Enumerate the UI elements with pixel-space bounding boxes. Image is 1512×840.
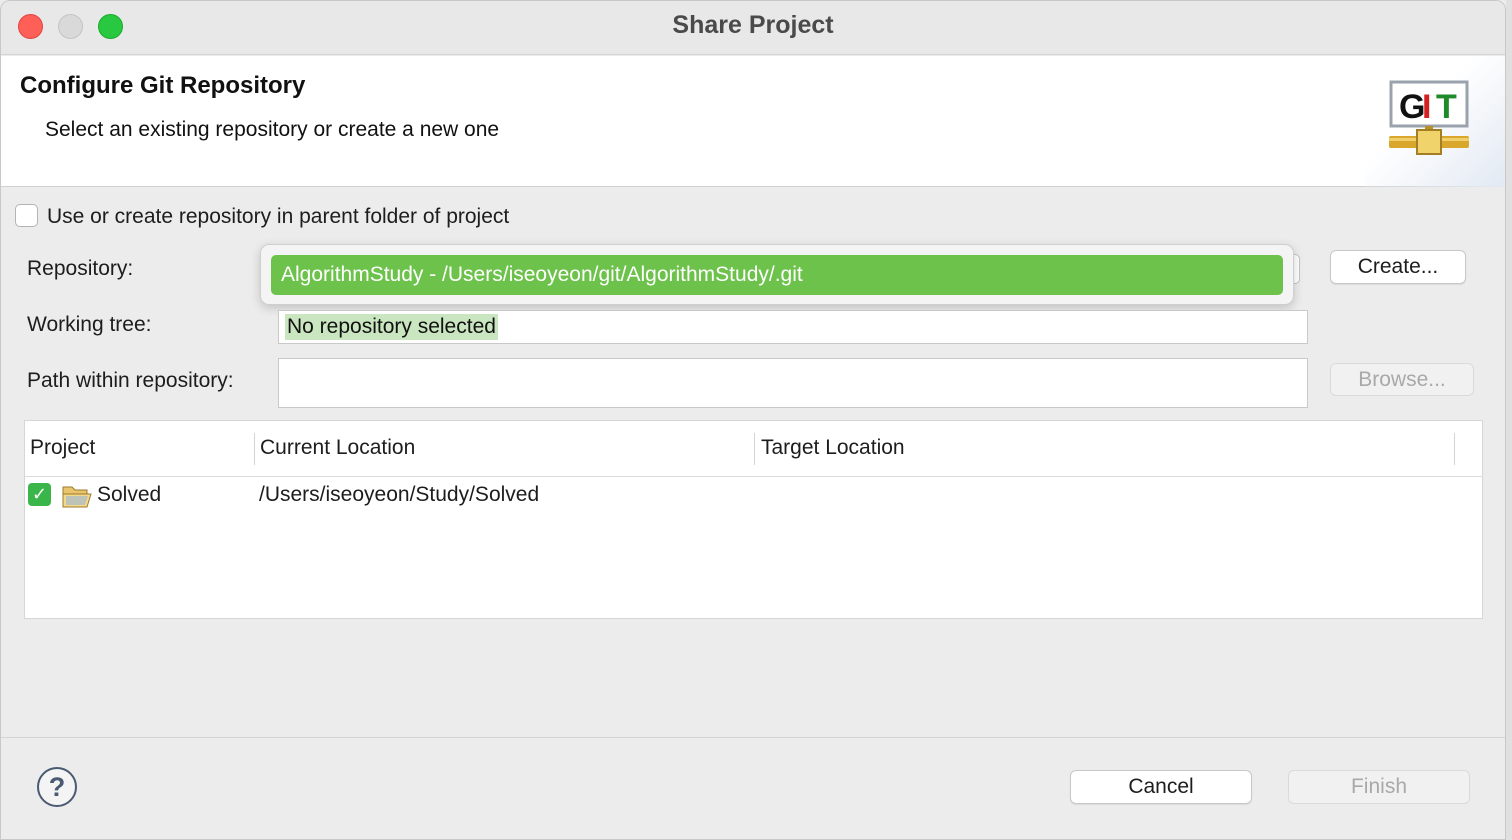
cancel-button[interactable]: Cancel <box>1070 770 1252 804</box>
path-within-repository-field[interactable] <box>278 358 1308 408</box>
svg-text:I: I <box>1422 88 1431 126</box>
git-logo-icon: G I T <box>1389 80 1469 155</box>
finish-button[interactable]: Finish <box>1288 770 1470 804</box>
working-tree-label: Working tree: <box>27 313 152 336</box>
column-divider[interactable] <box>754 433 755 465</box>
path-within-repository-label: Path within repository: <box>27 369 234 392</box>
working-tree-field: No repository selected <box>278 310 1308 344</box>
page-title: Configure Git Repository <box>20 72 306 99</box>
column-divider[interactable] <box>254 433 255 465</box>
column-header-current-location[interactable]: Current Location <box>260 436 415 460</box>
page-subtitle: Select an existing repository or create … <box>45 118 500 141</box>
project-name: Solved <box>97 483 162 506</box>
help-button[interactable]: ? <box>37 767 77 807</box>
parent-folder-checkbox[interactable] <box>15 204 38 227</box>
working-tree-value: No repository selected <box>285 314 498 340</box>
repository-label: Repository: <box>27 257 134 280</box>
repository-dropdown-popup: AlgorithmStudy - /Users/iseoyeon/git/Alg… <box>260 244 1294 305</box>
title-bar: Share Project <box>1 1 1505 55</box>
table-row[interactable]: ✓ Solved /Users/iseoyeon/Study/Solved <box>25 478 1482 514</box>
repository-option-algorithmstudy[interactable]: AlgorithmStudy - /Users/iseoyeon/git/Alg… <box>271 255 1283 295</box>
background-window-edge <box>1506 0 1512 840</box>
wizard-header: Configure Git Repository Select an exist… <box>1 56 1505 187</box>
share-project-dialog: Share Project Configure Git Repository S… <box>0 0 1506 840</box>
create-button[interactable]: Create... <box>1330 250 1466 284</box>
window-title: Share Project <box>672 11 834 39</box>
footer-divider <box>1 737 1505 738</box>
projects-table: Project Current Location Target Location… <box>24 420 1483 619</box>
svg-text:T: T <box>1436 88 1457 126</box>
parent-folder-checkbox-label: Use or create repository in parent folde… <box>47 205 510 228</box>
project-checked-checkbox[interactable]: ✓ <box>28 483 51 506</box>
column-divider[interactable] <box>1454 433 1455 465</box>
column-header-project[interactable]: Project <box>30 436 95 460</box>
current-location: /Users/iseoyeon/Study/Solved <box>259 483 540 506</box>
open-folder-icon <box>62 486 92 508</box>
browse-button[interactable]: Browse... <box>1330 363 1474 396</box>
table-header: Project Current Location Target Location <box>25 421 1482 477</box>
column-header-target-location[interactable]: Target Location <box>761 436 905 460</box>
